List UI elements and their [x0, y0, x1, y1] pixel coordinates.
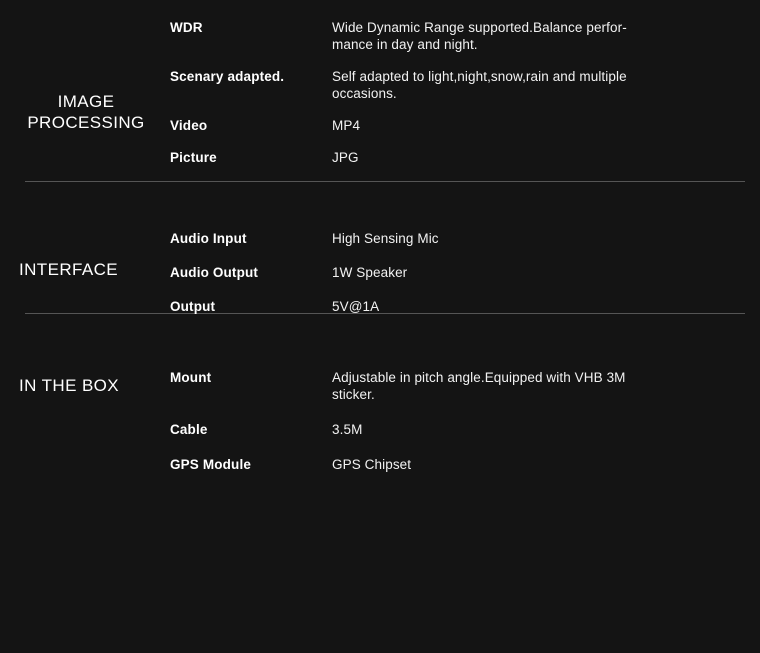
spec-row: Audio Input High Sensing Mic [170, 230, 760, 247]
spec-row: Picture JPG [170, 149, 760, 166]
spec-section-image-processing: IMAGE PROCESSING WDR Wide Dynamic Range … [0, 0, 760, 181]
spec-row: WDR Wide Dynamic Range supported.Balance… [170, 19, 760, 53]
spec-row-value: 1W Speaker [332, 265, 408, 280]
spec-rows-interface: Audio Input High Sensing Mic Audio Outpu… [170, 230, 760, 315]
spec-row-label: Picture [170, 150, 217, 165]
spec-row-label: Mount [170, 370, 212, 385]
spec-row-label: GPS Module [170, 457, 252, 472]
spec-row: Output 5V@1A [170, 298, 760, 315]
spec-row-label: Audio Output [170, 265, 259, 280]
spec-section-interface: INTERFACE Audio Input High Sensing Mic A… [0, 190, 760, 315]
spec-row-label: WDR [170, 20, 203, 35]
spec-section-in-the-box: IN THE BOX Mount Adjustable in pitch ang… [0, 322, 760, 473]
spec-row-label: Audio Input [170, 231, 247, 246]
section-heading-interface: INTERFACE [19, 260, 119, 279]
spec-row-value: Wide Dynamic Range supported.Balance per… [332, 20, 627, 52]
spec-row-value: MP4 [332, 118, 361, 133]
spec-row-value: JPG [332, 150, 359, 165]
section-heading-in-the-box: IN THE BOX [19, 376, 120, 395]
spec-row-label: Scenary adapted. [170, 69, 285, 84]
spec-rows-in-the-box: Mount Adjustable in pitch angle.Equipped… [170, 369, 760, 473]
section-divider [25, 181, 745, 182]
spec-row: Scenary adapted. Self adapted to light,n… [170, 68, 760, 102]
spec-row-value: High Sensing Mic [332, 231, 439, 246]
spec-row: GPS Module GPS Chipset [170, 456, 760, 473]
spec-row: Audio Output 1W Speaker [170, 264, 760, 281]
spec-row-value: Self adapted to light,night,snow,rain an… [332, 69, 627, 101]
spec-sheet: IMAGE PROCESSING WDR Wide Dynamic Range … [0, 0, 760, 653]
spec-row-value: 3.5M [332, 422, 363, 437]
spec-row-label: Output [170, 299, 216, 314]
spec-row: Mount Adjustable in pitch angle.Equipped… [170, 369, 760, 403]
spec-row-value: 5V@1A [332, 299, 380, 314]
spec-row-value: Adjustable in pitch angle.Equipped with … [332, 370, 626, 402]
spec-row-value: GPS Chipset [332, 457, 412, 472]
spec-row-label: Video [170, 118, 208, 133]
spec-row-label: Cable [170, 422, 208, 437]
section-heading-image-processing: IMAGE PROCESSING [27, 92, 145, 132]
spec-rows-image-processing: WDR Wide Dynamic Range supported.Balance… [170, 19, 760, 166]
spec-row: Video MP4 [170, 117, 760, 134]
spec-row: Cable 3.5M [170, 421, 760, 438]
